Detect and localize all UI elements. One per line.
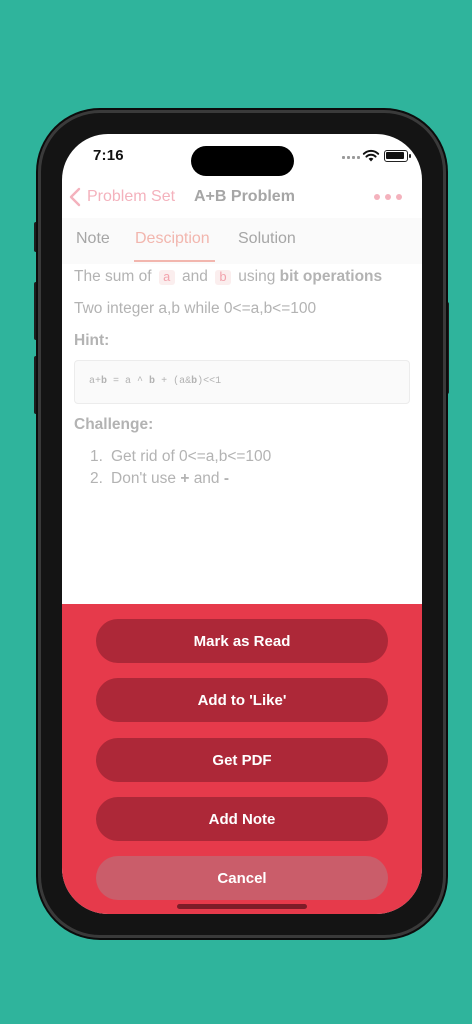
- wifi-icon: [362, 149, 380, 162]
- phone-screen: 7:16 Problem Set A+B Problem Note Descip…: [62, 134, 422, 914]
- emphasis-text: bit operations: [279, 268, 383, 285]
- constraint-text: Two integer a,b while 0<=a,b<=100: [74, 300, 317, 317]
- action-sheet: Mark as Read Add to 'Like' Get PDF Add N…: [62, 604, 422, 914]
- battery-icon: [384, 150, 411, 162]
- status-time: 7:16: [93, 147, 124, 164]
- navigation-bar: Problem Set A+B Problem: [62, 180, 422, 216]
- tab-note[interactable]: Note: [76, 230, 110, 248]
- inline-code-b: b: [215, 270, 231, 285]
- mark-as-read-button[interactable]: Mark as Read: [96, 619, 388, 663]
- code-text: a+b = a ^ b + (a&b)<<1: [89, 376, 222, 387]
- list-item: 1. Get rid of 0<=a,b<=100: [90, 448, 272, 465]
- description-text: and: [181, 268, 208, 285]
- status-bar: 7:16: [62, 134, 422, 180]
- page-title: A+B Problem: [194, 188, 295, 205]
- inline-code-a: a: [158, 270, 175, 285]
- description-text: The sum of: [74, 268, 152, 285]
- more-dots-icon[interactable]: [374, 194, 402, 200]
- hint-heading: Hint:: [74, 332, 110, 349]
- add-to-like-button[interactable]: Add to 'Like': [96, 678, 388, 722]
- description-line: The sum of a and b using bit operations: [74, 268, 382, 286]
- description-text: using: [238, 268, 276, 285]
- list-item: 2. Don't use + and -: [90, 470, 230, 487]
- get-pdf-button[interactable]: Get PDF: [96, 738, 388, 782]
- dynamic-island: [191, 146, 294, 176]
- tab-description[interactable]: Desciption: [135, 230, 210, 248]
- signal-icon: [342, 156, 360, 159]
- cancel-button[interactable]: Cancel: [96, 856, 388, 900]
- tab-bar: Note Desciption Solution: [62, 218, 422, 264]
- add-note-button[interactable]: Add Note: [96, 797, 388, 841]
- home-indicator[interactable]: [177, 904, 307, 909]
- back-button[interactable]: Problem Set: [87, 188, 175, 206]
- active-tab-indicator: [134, 260, 215, 262]
- challenge-heading: Challenge:: [74, 416, 154, 433]
- code-block: a+b = a ^ b + (a&b)<<1: [74, 360, 410, 404]
- tab-solution[interactable]: Solution: [238, 230, 296, 248]
- chevron-left-icon[interactable]: [68, 186, 82, 208]
